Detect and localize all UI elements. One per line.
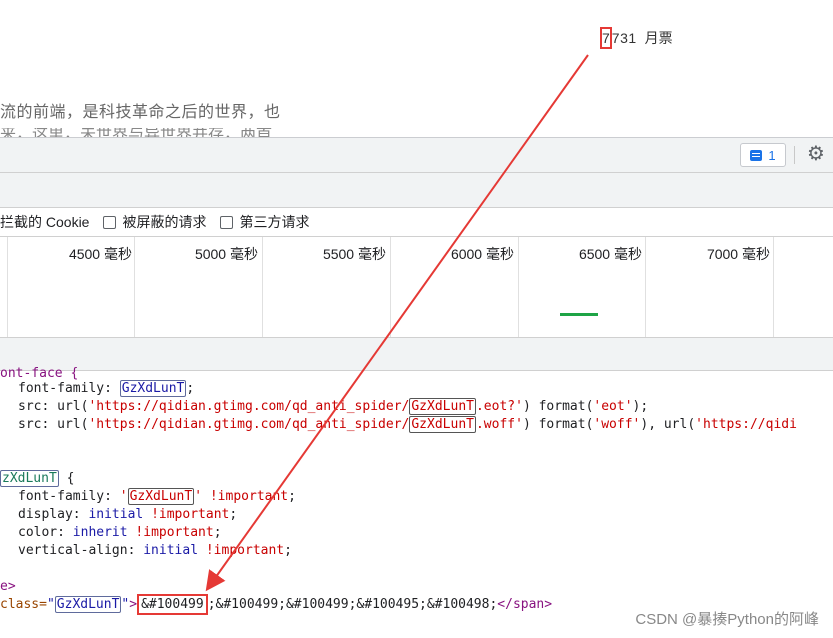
code-line: display: initial !important; [18,507,238,522]
filter-label: 拦截的 Cookie [0,214,90,230]
code-line: src: url('https://qidian.gtimg.com/qd_an… [18,416,797,433]
timeline-gridline [262,237,263,337]
message-icon [750,149,763,161]
timeline-tick-label: 7000 毫秒 [706,246,770,262]
checkbox[interactable] [103,215,117,229]
timeline-gridline [518,237,519,337]
filter-label: 第三方请求 [239,214,310,230]
highlighted-entity: &#100499 [137,594,208,615]
ticket-digits: 731 [611,30,637,46]
code-line: font-family: GzXdLunT; [18,380,195,397]
code-line: font-family: ' GzXdLunT ' !important; [18,488,296,505]
watermark: CSDN @暴揍Python的阿峰 [635,611,819,628]
filter-label: 被屏蔽的请求 [122,214,207,230]
checkbox[interactable] [220,215,234,229]
code-line: zXdLunT { [0,470,75,487]
timeline-gridline [134,237,135,337]
devtools-panel-header [0,338,833,371]
filter-blocked-cookies[interactable]: 拦截的 Cookie [0,212,89,232]
issues-button[interactable]: 1 [740,143,786,167]
devtools-toolbar: 1 ⚙ [0,138,833,173]
code-line: e> [0,579,16,594]
code-line: class=" GzXdLunT "> &#100499 ;&#100499;&#100… [0,594,552,615]
network-filter-row: 拦截的 Cookie 被屏蔽的请求 第三方请求 [0,208,833,237]
response-code-view: ont-face { font-family: GzXdLunT; src: u… [0,366,833,638]
webpage-area: 7 731 月票 流的前端，是科技革命之后的世界，也 来，这里，未世界与异世界并存，… [0,0,833,137]
article-text-line-clipped: 来，这里，未世界与异世界并存，两首 [0,128,273,137]
highlighted-digit: 7 [600,27,612,49]
timeline-tick-label: 4500 毫秒 [68,246,132,262]
code-line: src: url('https://qidian.gtimg.com/qd_an… [18,398,649,415]
monthly-ticket-count: 7 731 月票 [600,27,673,49]
filter-third-party[interactable]: 第三方请求 [220,212,309,232]
timeline-gridline [7,237,8,337]
devtools-subtoolbar [0,173,833,208]
ticket-unit: 月票 [644,30,673,46]
timeline-gridline [645,237,646,337]
timeline-tick-label: 5500 毫秒 [322,246,386,262]
timeline-gridline [390,237,391,337]
toolbar-divider [794,146,795,164]
timeline-tick-label: 5000 毫秒 [194,246,258,262]
filter-blocked-requests[interactable]: 被屏蔽的请求 [103,212,206,232]
gear-icon[interactable]: ⚙ [806,144,826,164]
code-line: vertical-align: initial !important; [18,543,292,558]
network-timeline-overview[interactable]: 4500 毫秒 5000 毫秒 5500 毫秒 6000 毫秒 6500 毫秒 … [0,237,833,338]
code-line: color: inherit !important; [18,525,222,540]
issues-count: 1 [768,147,776,163]
timeline-tick-label: 6500 毫秒 [578,246,642,262]
timeline-gridline [773,237,774,337]
devtools-panel: 1 ⚙ 拦截的 Cookie 被屏蔽的请求 第三方请求 4500 毫秒 5000… [0,137,833,638]
network-request-bar [560,313,598,316]
timeline-tick-label: 6000 毫秒 [450,246,514,262]
article-text-line: 流的前端，是科技革命之后的世界，也 [0,104,281,121]
